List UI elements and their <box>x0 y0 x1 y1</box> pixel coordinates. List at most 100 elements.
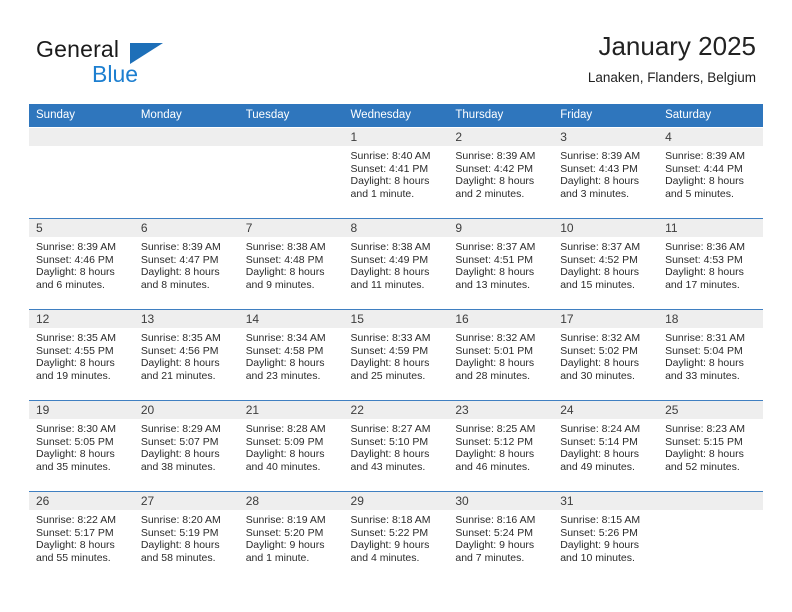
calendar-day-cell[interactable]: 12 Sunrise: 8:35 AM Sunset: 4:55 PM Dayligh… <box>29 309 134 401</box>
weekday-header-wednesday: Wednesday <box>343 104 449 128</box>
day-details: Sunrise: 8:37 AM Sunset: 4:52 PM Daylight:… <box>553 237 658 291</box>
daylight-text-line2: and 19 minutes. <box>36 369 111 382</box>
calendar-day-cell[interactable]: 22 Sunrise: 8:27 AM Sunset: 5:10 PM Dayligh… <box>343 400 449 492</box>
calendar-day-cell[interactable]: 29 Sunrise: 8:18 AM Sunset: 5:22 PM Dayligh… <box>343 491 449 582</box>
day-cell-inner: 4 Sunrise: 8:39 AM Sunset: 4:44 PM Daylight… <box>658 128 763 218</box>
daylight-text-line1: Daylight: 8 hours <box>665 175 744 188</box>
daylight-text-line1: Daylight: 8 hours <box>140 539 220 552</box>
day-number: 9 <box>448 219 554 237</box>
day-number: 13 <box>133 310 239 328</box>
sunrise-text: Sunrise: 8:19 AM <box>245 514 326 526</box>
calendar-day-cell[interactable]: 19 Sunrise: 8:30 AM Sunset: 5:05 PM Dayligh… <box>29 400 134 492</box>
sunset-text: Sunset: 5:26 PM <box>560 526 638 539</box>
calendar-day-cell[interactable]: 14 Sunrise: 8:34 AM Sunset: 4:58 PM Dayligh… <box>238 309 344 401</box>
sunrise-text: Sunrise: 8:35 AM <box>36 332 116 344</box>
calendar-day-cell[interactable]: 30 Sunrise: 8:16 AM Sunset: 5:24 PM Dayligh… <box>448 491 554 582</box>
daylight-text-line2: and 13 minutes. <box>455 278 531 291</box>
calendar-day-cell[interactable]: 27 Sunrise: 8:20 AM Sunset: 5:19 PM Dayligh… <box>133 491 239 582</box>
day-number: 3 <box>553 128 659 146</box>
daylight-text-line1: Daylight: 8 hours <box>350 175 430 188</box>
day-number: 27 <box>133 492 239 510</box>
calendar-day-cell[interactable]: 7 Sunrise: 8:38 AM Sunset: 4:48 PM Daylight… <box>238 218 344 310</box>
day-details: Sunrise: 8:23 AM Sunset: 5:15 PM Daylight:… <box>658 419 763 473</box>
daylight-text-line2: and 10 minutes. <box>560 551 635 564</box>
calendar-day-cell[interactable]: 13 Sunrise: 8:35 AM Sunset: 4:56 PM Dayligh… <box>133 309 239 401</box>
daylight-text-line2: and 58 minutes. <box>140 551 216 564</box>
calendar-day-cell[interactable]: 16 Sunrise: 8:32 AM Sunset: 5:01 PM Dayligh… <box>448 309 554 401</box>
day-number: 19 <box>29 401 134 419</box>
daylight-text-line1: Daylight: 9 hours <box>350 539 430 552</box>
calendar-grid: Sunday Monday Tuesday Wednesday Thursday… <box>29 104 763 582</box>
calendar-day-cell[interactable]: 20 Sunrise: 8:29 AM Sunset: 5:07 PM Dayligh… <box>133 400 239 492</box>
sunset-text: Sunset: 5:19 PM <box>140 526 219 539</box>
calendar-day-cell[interactable]: 28 Sunrise: 8:19 AM Sunset: 5:20 PM Dayligh… <box>238 491 344 582</box>
daylight-text-line1: Daylight: 8 hours <box>665 448 744 461</box>
calendar-day-cell[interactable]: 24 Sunrise: 8:24 AM Sunset: 5:14 PM Dayligh… <box>553 400 659 492</box>
day-details: Sunrise: 8:15 AM Sunset: 5:26 PM Daylight:… <box>553 510 658 564</box>
day-cell-inner: 23 Sunrise: 8:25 AM Sunset: 5:12 PM Dayligh… <box>448 401 554 491</box>
daylight-text-line2: and 6 minutes. <box>36 278 105 291</box>
calendar-day-cell[interactable]: 3 Sunrise: 8:39 AM Sunset: 4:43 PM Daylight… <box>553 127 659 219</box>
sunset-text: Sunset: 5:22 PM <box>350 526 429 539</box>
sunrise-text: Sunrise: 8:31 AM <box>665 332 746 344</box>
sunrise-text: Sunrise: 8:37 AM <box>455 241 536 253</box>
calendar-day-cell[interactable]: 18 Sunrise: 8:31 AM Sunset: 5:04 PM Dayligh… <box>658 309 763 401</box>
day-cell-inner: 12 Sunrise: 8:35 AM Sunset: 4:55 PM Dayligh… <box>29 310 134 400</box>
calendar-day-cell[interactable]: 1 Sunrise: 8:40 AM Sunset: 4:41 PM Daylight… <box>343 127 449 219</box>
logo-text-general: General <box>36 36 120 62</box>
calendar-day-cell[interactable]: 9 Sunrise: 8:37 AM Sunset: 4:51 PM Daylight… <box>448 218 554 310</box>
day-number: 22 <box>343 401 449 419</box>
day-cell-inner: 9 Sunrise: 8:37 AM Sunset: 4:51 PM Daylight… <box>448 219 554 309</box>
day-number: 12 <box>29 310 134 328</box>
calendar-day-cell[interactable]: 31 Sunrise: 8:15 AM Sunset: 5:26 PM Dayligh… <box>553 491 659 582</box>
daylight-text-line1: Daylight: 8 hours <box>140 266 220 279</box>
day-number: 4 <box>658 128 763 146</box>
day-number: 30 <box>448 492 554 510</box>
sunset-text: Sunset: 5:02 PM <box>560 344 638 357</box>
daylight-text-line2: and 38 minutes. <box>140 460 216 473</box>
sunset-text: Sunset: 4:43 PM <box>560 162 638 175</box>
daylight-text-line2: and 3 minutes. <box>560 187 630 200</box>
calendar-day-cell[interactable]: 26 Sunrise: 8:22 AM Sunset: 5:17 PM Dayligh… <box>29 491 134 582</box>
daylight-text-line1: Daylight: 8 hours <box>455 357 535 370</box>
day-cell-inner: 22 Sunrise: 8:27 AM Sunset: 5:10 PM Dayligh… <box>343 401 449 491</box>
day-number <box>658 492 763 510</box>
daylight-text-line1: Daylight: 8 hours <box>36 539 115 552</box>
day-cell-inner: 24 Sunrise: 8:24 AM Sunset: 5:14 PM Dayligh… <box>553 401 659 491</box>
day-cell-inner: 29 Sunrise: 8:18 AM Sunset: 5:22 PM Dayligh… <box>343 492 449 582</box>
daylight-text-line2: and 4 minutes. <box>350 551 420 564</box>
daylight-text-line1: Daylight: 8 hours <box>140 357 220 370</box>
sunset-text: Sunset: 5:09 PM <box>245 435 324 448</box>
calendar-day-cell[interactable]: 8 Sunrise: 8:38 AM Sunset: 4:49 PM Daylight… <box>343 218 449 310</box>
calendar-day-cell[interactable]: 21 Sunrise: 8:28 AM Sunset: 5:09 PM Dayligh… <box>238 400 344 492</box>
generalblue-logo[interactable]: General Blue <box>36 36 226 88</box>
day-cell-inner <box>238 128 344 218</box>
day-number: 20 <box>133 401 239 419</box>
calendar-day-cell-empty <box>133 127 239 219</box>
calendar-day-cell[interactable]: 11 Sunrise: 8:36 AM Sunset: 4:53 PM Dayligh… <box>658 218 763 310</box>
calendar-week-row: 19 Sunrise: 8:30 AM Sunset: 5:05 PM Dayligh… <box>29 400 763 492</box>
logo-text-blue: Blue <box>92 61 139 87</box>
calendar-day-cell[interactable]: 23 Sunrise: 8:25 AM Sunset: 5:12 PM Dayligh… <box>448 400 554 492</box>
calendar-day-cell[interactable]: 6 Sunrise: 8:39 AM Sunset: 4:47 PM Daylight… <box>133 218 239 310</box>
calendar-day-cell[interactable]: 15 Sunrise: 8:33 AM Sunset: 4:59 PM Dayligh… <box>343 309 449 401</box>
calendar-day-cell[interactable]: 4 Sunrise: 8:39 AM Sunset: 4:44 PM Daylight… <box>658 127 763 219</box>
daylight-text-line1: Daylight: 8 hours <box>245 266 325 279</box>
calendar-day-cell-empty <box>658 491 763 582</box>
sunrise-text: Sunrise: 8:24 AM <box>560 423 641 435</box>
calendar-day-cell[interactable]: 25 Sunrise: 8:23 AM Sunset: 5:15 PM Dayligh… <box>658 400 763 492</box>
title-block: January 2025 Lanaken, Flanders, Belgium <box>588 30 756 87</box>
day-cell-inner: 17 Sunrise: 8:32 AM Sunset: 5:02 PM Dayligh… <box>553 310 659 400</box>
daylight-text-line1: Daylight: 8 hours <box>245 448 325 461</box>
day-details: Sunrise: 8:20 AM Sunset: 5:19 PM Daylight:… <box>134 510 239 564</box>
daylight-text-line2: and 1 minute. <box>245 551 310 564</box>
day-number: 31 <box>553 492 659 510</box>
calendar-day-cell[interactable]: 2 Sunrise: 8:39 AM Sunset: 4:42 PM Daylight… <box>448 127 554 219</box>
daylight-text-line2: and 25 minutes. <box>350 369 426 382</box>
day-cell-inner: 15 Sunrise: 8:33 AM Sunset: 4:59 PM Dayligh… <box>343 310 449 400</box>
calendar-day-cell[interactable]: 5 Sunrise: 8:39 AM Sunset: 4:46 PM Daylight… <box>29 218 134 310</box>
day-details: Sunrise: 8:40 AM Sunset: 4:41 PM Daylight:… <box>344 146 449 200</box>
sunset-text: Sunset: 4:46 PM <box>36 253 114 266</box>
calendar-day-cell[interactable]: 17 Sunrise: 8:32 AM Sunset: 5:02 PM Dayligh… <box>553 309 659 401</box>
calendar-day-cell[interactable]: 10 Sunrise: 8:37 AM Sunset: 4:52 PM Dayligh… <box>553 218 659 310</box>
